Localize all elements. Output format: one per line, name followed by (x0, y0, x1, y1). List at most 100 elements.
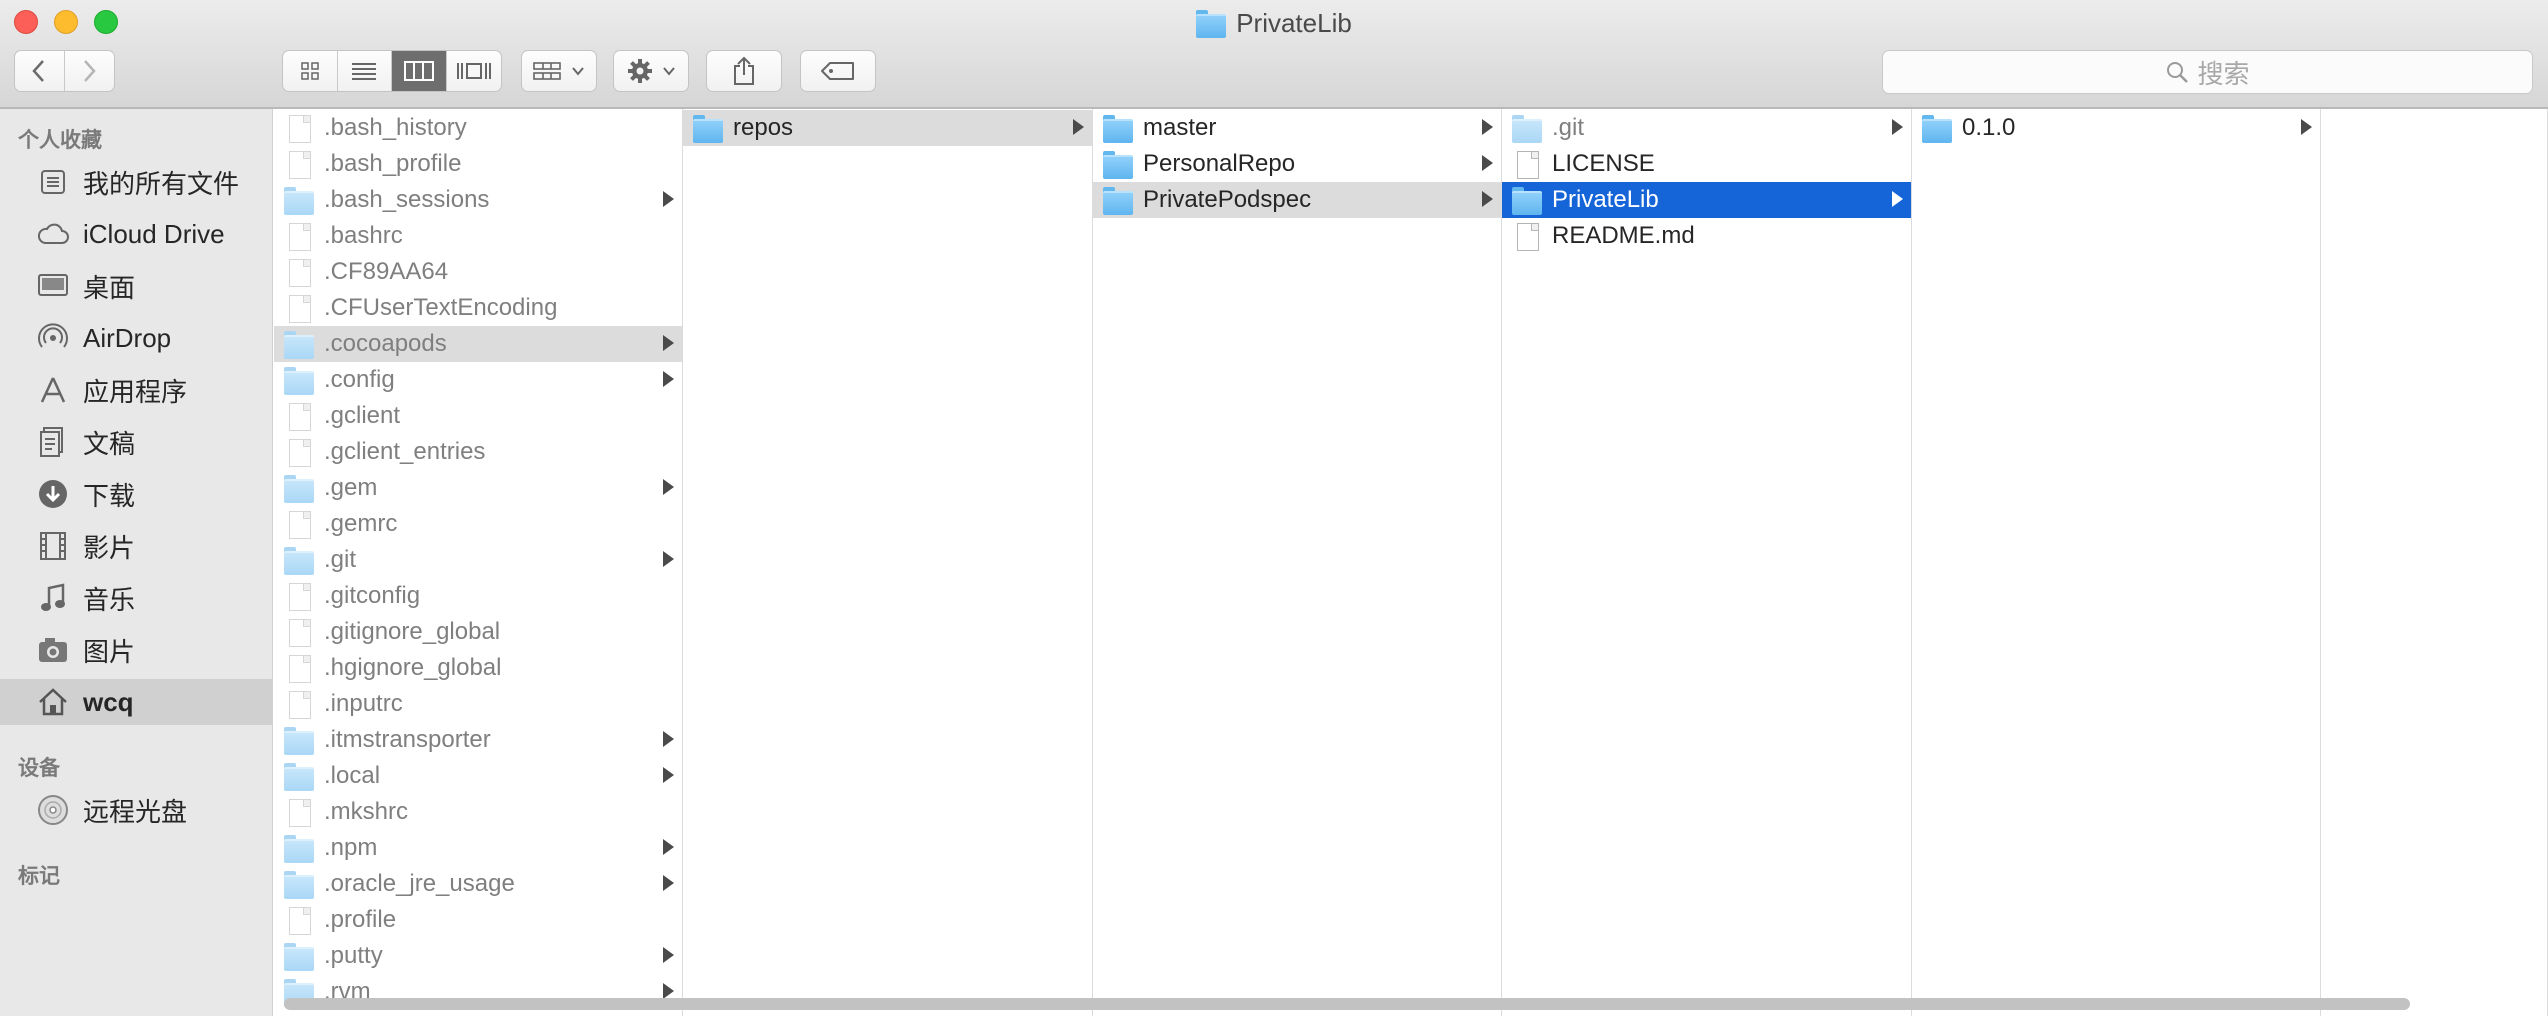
folder-row[interactable]: .gem (274, 470, 682, 506)
sidebar-item[interactable]: 音乐 (0, 575, 272, 621)
folder-row[interactable]: .git (1502, 110, 1911, 146)
file-row[interactable]: .profile (274, 902, 682, 938)
movies-icon (35, 528, 71, 564)
disclosure-arrow-icon (663, 767, 674, 783)
sidebar-item[interactable]: AirDrop (0, 315, 272, 361)
folder-icon (284, 943, 314, 971)
browser-column[interactable]: master PersonalRepo PrivatePodspec (1093, 109, 1502, 1016)
folder-row[interactable]: repos (683, 110, 1092, 146)
sidebar-item[interactable]: 应用程序 (0, 367, 272, 413)
folder-row[interactable]: .bash_sessions (274, 182, 682, 218)
sidebar-item[interactable]: 影片 (0, 523, 272, 569)
folder-row[interactable]: .git (274, 542, 682, 578)
file-row[interactable]: .gclient (274, 398, 682, 434)
share-button[interactable] (706, 50, 782, 92)
file-row[interactable]: .hgignore_global (274, 650, 682, 686)
browser-column[interactable]: .bash_history .bash_profile .bash_sessions… (274, 109, 683, 1016)
sidebar-item[interactable]: 文稿 (0, 419, 272, 465)
disclosure-arrow-icon (1892, 191, 1903, 207)
folder-row[interactable]: .local (274, 758, 682, 794)
sidebar-item[interactable]: 桌面 (0, 263, 272, 309)
sidebar-item[interactable]: 远程光盘 (0, 787, 272, 833)
item-name: .bash_sessions (324, 186, 490, 213)
folder-row[interactable]: .itmstransporter (274, 722, 682, 758)
folder-row[interactable]: .oracle_jre_usage (274, 866, 682, 902)
document-icon (284, 223, 314, 251)
file-row[interactable]: .inputrc (274, 686, 682, 722)
folder-row[interactable]: master (1093, 110, 1501, 146)
document-icon (284, 655, 314, 683)
cover-flow-view-button[interactable] (447, 51, 502, 91)
sidebar-item[interactable]: wcq (0, 679, 272, 725)
sidebar-item[interactable]: 我的所有文件 (0, 159, 272, 205)
folder-icon (284, 763, 314, 791)
disclosure-arrow-icon (663, 839, 674, 855)
folder-row[interactable]: .cocoapods (274, 326, 682, 362)
all-files-icon (35, 164, 71, 200)
item-name: .git (324, 546, 357, 573)
file-row[interactable]: README.md (1502, 218, 1911, 254)
browser-column[interactable]: .git LICENSE PrivateLib README.md (1502, 109, 1912, 1016)
item-name: .local (324, 762, 381, 789)
folder-icon (1103, 115, 1133, 143)
folder-row[interactable]: PrivatePodspec (1093, 182, 1501, 218)
document-icon (284, 295, 314, 323)
folder-icon (1196, 10, 1227, 38)
file-row[interactable]: .mkshrc (274, 794, 682, 830)
edit-tags-button[interactable] (800, 50, 876, 92)
item-name: LICENSE (1552, 150, 1655, 177)
finder-window: PrivateLib 搜索 个人收藏 我的所有文件 iCloud Drive 桌… (0, 0, 2548, 1016)
file-row[interactable]: .bash_profile (274, 146, 682, 182)
search-field[interactable]: 搜索 (1882, 50, 2533, 94)
arrange-button[interactable] (521, 50, 597, 92)
folder-row[interactable]: 0.1.0 (1912, 110, 2320, 146)
forward-button[interactable] (65, 51, 115, 91)
browser-column[interactable] (2321, 109, 2548, 1016)
sidebar-item-label: 图片 (83, 636, 136, 667)
file-row[interactable]: .bashrc (274, 218, 682, 254)
share-icon (734, 56, 754, 85)
column-view-button[interactable] (392, 51, 447, 91)
file-row[interactable]: LICENSE (1502, 146, 1911, 182)
disclosure-arrow-icon (1482, 155, 1493, 171)
search-placeholder: 搜索 (2197, 58, 2250, 89)
disclosure-arrow-icon (663, 731, 674, 747)
folder-row[interactable]: .putty (274, 938, 682, 974)
file-row[interactable]: .bash_history (274, 110, 682, 146)
disclosure-arrow-icon (1073, 119, 1084, 135)
sidebar-item[interactable]: iCloud Drive (0, 211, 272, 257)
item-name: .bash_history (324, 114, 467, 141)
applications-icon (35, 372, 71, 408)
sidebar-item-label: 影片 (83, 532, 136, 563)
document-icon (284, 619, 314, 647)
folder-row[interactable]: PrivateLib (1502, 182, 1911, 218)
documents-icon (35, 424, 71, 460)
item-name: .gitignore_global (324, 618, 501, 645)
action-button[interactable] (613, 50, 689, 92)
sidebar-item[interactable]: 下载 (0, 471, 272, 517)
item-name: .gemrc (324, 510, 398, 537)
file-row[interactable]: .CFUserTextEncoding (274, 290, 682, 326)
document-icon (284, 439, 314, 467)
folder-row[interactable]: .config (274, 362, 682, 398)
cloud-icon (35, 216, 71, 252)
file-row[interactable]: .gemrc (274, 506, 682, 542)
disclosure-arrow-icon (663, 335, 674, 351)
file-row[interactable]: .gitignore_global (274, 614, 682, 650)
file-row[interactable]: .gitconfig (274, 578, 682, 614)
folder-icon (284, 187, 314, 215)
file-row[interactable]: .CF89AA64 (274, 254, 682, 290)
back-button[interactable] (15, 51, 65, 91)
sidebar-item[interactable]: 图片 (0, 627, 272, 673)
folder-icon (1512, 115, 1542, 143)
list-view-button[interactable] (338, 51, 392, 91)
file-row[interactable]: .gclient_entries (274, 434, 682, 470)
icon-view-button[interactable] (283, 51, 338, 91)
horizontal-scrollbar[interactable] (284, 998, 2410, 1010)
folder-row[interactable]: PersonalRepo (1093, 146, 1501, 182)
browser-column[interactable]: repos (683, 109, 1093, 1016)
folder-row[interactable]: .npm (274, 830, 682, 866)
browser-column[interactable]: 0.1.0 (1912, 109, 2321, 1016)
document-icon (1512, 151, 1542, 179)
item-name: .oracle_jre_usage (324, 870, 515, 897)
